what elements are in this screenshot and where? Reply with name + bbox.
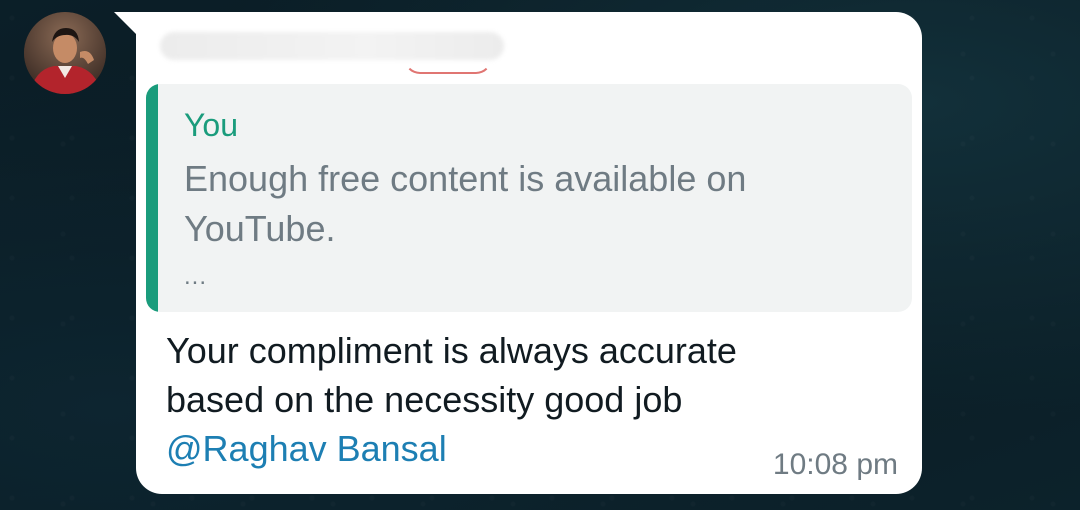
quote-ellipsis: ... [184, 263, 208, 290]
quote-text: Enough free content is available on YouT… [184, 158, 747, 249]
bubble-tail [114, 12, 138, 36]
sender-avatar[interactable] [24, 12, 106, 94]
sender-name-scribble [404, 58, 492, 74]
message-line-1: Your compliment is always accurate [166, 330, 737, 371]
quote-accent-bar [146, 84, 158, 312]
message-body: Your compliment is always accurate based… [166, 326, 886, 424]
mention-link[interactable]: @Raghav Bansal [166, 424, 447, 473]
avatar-photo-icon [24, 12, 106, 94]
sender-name-redacted [160, 32, 504, 60]
message-line-2: based on the necessity good job [166, 379, 683, 420]
quote-author: You [184, 107, 238, 143]
quoted-message[interactable]: You Enough free content is available on … [146, 84, 912, 312]
message-bubble[interactable]: You Enough free content is available on … [136, 12, 922, 494]
message-timestamp: 10:08 pm [772, 448, 898, 481]
